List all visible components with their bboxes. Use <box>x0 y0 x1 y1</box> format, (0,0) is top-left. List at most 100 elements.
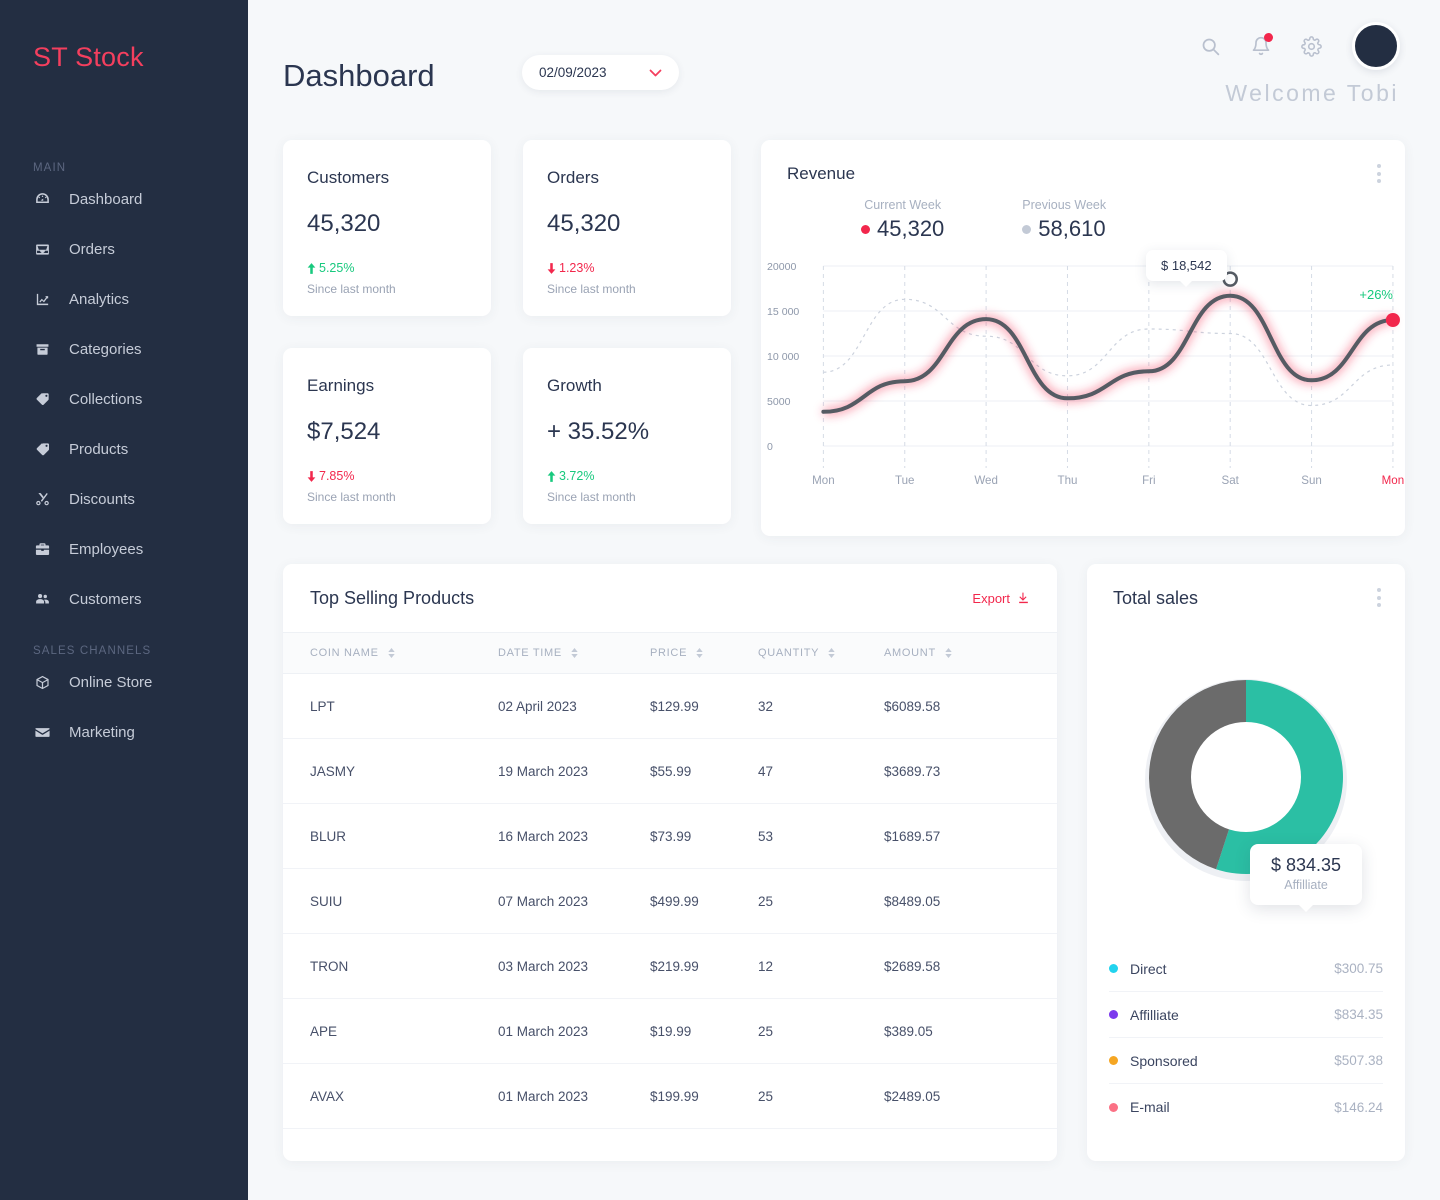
sidebar-item-discounts[interactable]: Discounts <box>0 474 248 524</box>
gear-icon[interactable] <box>1301 35 1322 57</box>
table-header-date-time[interactable]: DATE TIME <box>498 632 650 674</box>
arrow-up-icon <box>307 262 316 274</box>
revenue-previous-value: 58,610 <box>1038 216 1106 241</box>
sidebar-item-label: Categories <box>69 340 142 358</box>
sort-icon[interactable] <box>387 648 395 658</box>
stat-title: Orders <box>547 168 599 187</box>
sidebar-item-marketing[interactable]: Marketing <box>0 707 248 757</box>
revenue-current-value: 45,320 <box>877 216 945 241</box>
dashboard-icon <box>31 190 53 208</box>
sidebar-item-customers[interactable]: Customers <box>0 574 248 624</box>
svg-text:Thu: Thu <box>1058 475 1078 487</box>
date-picker-value: 02/09/2023 <box>539 65 607 80</box>
revenue-change-label: +26% <box>1359 287 1393 302</box>
svg-text:20000: 20000 <box>767 261 796 273</box>
table-header-amount[interactable]: AMOUNT <box>884 632 1057 674</box>
table-cell: $219.99 <box>650 933 758 999</box>
table-header-quantity[interactable]: QUANTITY <box>758 632 884 674</box>
table-cell: JASMY <box>283 738 498 804</box>
sidebar-item-label: Discounts <box>69 490 135 508</box>
total-sales-legend: Direct $300.75 Affilliate $834.35 Sponsored $… <box>1087 946 1405 1130</box>
products-table: COIN NAME DATE TIME PRICE QUANTITY AMOUNT LP… <box>283 632 1057 1129</box>
sidebar-item-label: Online Store <box>69 673 153 691</box>
avatar[interactable] <box>1352 22 1400 70</box>
svg-text:Sat: Sat <box>1222 475 1240 487</box>
revenue-legend-current: Current Week 45,320 <box>861 198 944 242</box>
sidebar-item-orders[interactable]: Orders <box>0 224 248 274</box>
table-row[interactable]: APE 01 March 2023 $19.99 25 $389.05 <box>283 998 1057 1064</box>
table-header-coin-name[interactable]: COIN NAME <box>283 632 498 674</box>
revenue-chart-svg: 20000 15 000 10 000 5000 0 Mon Tue Wed Thu Fri Sa… <box>767 261 1404 487</box>
legend-item-affilliate[interactable]: Affilliate $834.35 <box>1109 992 1383 1038</box>
sidebar-item-online-store[interactable]: Online Store <box>0 657 248 707</box>
bell-icon[interactable] <box>1251 33 1273 57</box>
header-label: DATE TIME <box>498 647 562 659</box>
legend-item-direct[interactable]: Direct $300.75 <box>1109 946 1383 992</box>
stat-delta-value: 3.72% <box>559 469 595 483</box>
table-cell: $389.05 <box>884 998 1057 1064</box>
revenue-kebab-menu-icon[interactable] <box>1377 164 1381 183</box>
table-header-price[interactable]: PRICE <box>650 632 758 674</box>
export-button[interactable]: Export <box>972 591 1030 606</box>
archive-icon <box>31 340 53 358</box>
revenue-title: Revenue <box>787 164 856 183</box>
arrow-up-icon <box>547 470 556 482</box>
sort-icon[interactable] <box>571 648 578 658</box>
donut-tooltip-value: $ 834.35 <box>1271 855 1342 875</box>
table-cell: SUIU <box>283 868 498 934</box>
sidebar-item-dashboard[interactable]: Dashboard <box>0 174 248 224</box>
sort-icon[interactable] <box>828 648 835 658</box>
svg-text:Sun: Sun <box>1301 475 1322 487</box>
stat-delta-value: 1.23% <box>559 261 595 275</box>
table-title: Top Selling Products <box>310 587 475 608</box>
sidebar-item-collections[interactable]: Collections <box>0 374 248 424</box>
svg-text:Tue: Tue <box>895 475 914 487</box>
svg-text:Fri: Fri <box>1142 475 1155 487</box>
stat-title: Growth <box>547 376 602 395</box>
table-header-row: COIN NAME DATE TIME PRICE QUANTITY AMOUNT <box>283 632 1057 674</box>
total-sales-kebab-menu-icon[interactable] <box>1377 588 1381 607</box>
sidebar-list-sales: Online Store Marketing <box>0 657 248 757</box>
current-week-dot <box>861 224 870 234</box>
table-row[interactable]: JASMY 19 March 2023 $55.99 47 $3689.73 <box>283 738 1057 804</box>
stat-subtitle: Since last month <box>547 282 636 296</box>
legend-value: $834.35 <box>1334 1007 1383 1022</box>
total-sales-title: Total sales <box>1113 587 1199 608</box>
donut-tooltip-label: Affilliate <box>1284 878 1328 892</box>
stat-card-grid: Customers 45,320 5.25% Since last month Orde… <box>283 140 731 524</box>
notification-badge <box>1264 33 1273 42</box>
search-icon[interactable] <box>1200 36 1221 57</box>
table-cell: 03 March 2023 <box>498 933 650 999</box>
revenue-line-chart[interactable]: 20000 15 000 10 000 5000 0 Mon Tue Wed Thu Fri Sa… <box>761 248 1405 493</box>
sidebar-item-categories[interactable]: Categories <box>0 324 248 374</box>
legend-item-sponsored[interactable]: Sponsored $507.38 <box>1109 1038 1383 1084</box>
legend-label: E-mail <box>1130 1099 1170 1115</box>
table-row[interactable]: TRON 03 March 2023 $219.99 12 $2689.58 <box>283 933 1057 999</box>
top-selling-products-card: Top Selling Products Export COIN NAME DAT… <box>283 564 1057 1161</box>
sort-icon[interactable] <box>945 648 952 658</box>
date-picker[interactable]: 02/09/2023 <box>522 55 679 90</box>
sidebar-item-employees[interactable]: Employees <box>0 524 248 574</box>
users-icon <box>31 590 53 608</box>
table-row[interactable]: SUIU 07 March 2023 $499.99 25 $8489.05 <box>283 868 1057 934</box>
total-sales-donut-chart[interactable]: $ 834.35 Affilliate <box>1087 632 1405 922</box>
sort-icon[interactable] <box>696 648 703 658</box>
sidebar-item-products[interactable]: Products <box>0 424 248 474</box>
svg-text:0: 0 <box>767 441 773 453</box>
legend-item-e-mail[interactable]: E-mail $146.24 <box>1109 1084 1383 1130</box>
details-row: Top Selling Products Export COIN NAME DAT… <box>283 564 1405 1161</box>
total-sales-card: Total sales $ 834.35 Affilliate Direct $3… <box>1087 564 1405 1161</box>
sidebar-item-label: Collections <box>69 390 143 408</box>
table-cell: $199.99 <box>650 1063 758 1129</box>
table-cell: $3689.73 <box>884 738 1057 804</box>
stat-delta: 5.25% <box>307 261 467 275</box>
table-cell: $55.99 <box>650 738 758 804</box>
table-row[interactable]: LPT 02 April 2023 $129.99 32 $6089.58 <box>283 673 1057 739</box>
table-row[interactable]: BLUR 16 March 2023 $73.99 53 $1689.57 <box>283 803 1057 869</box>
sidebar-section-main: MAIN <box>33 162 67 174</box>
brand-logo[interactable]: ST Stock <box>33 42 144 73</box>
svg-text:15 000: 15 000 <box>767 306 799 318</box>
sidebar-item-analytics[interactable]: Analytics <box>0 274 248 324</box>
table-row[interactable]: AVAX 01 March 2023 $199.99 25 $2489.05 <box>283 1063 1057 1129</box>
table-cell: AVAX <box>283 1063 498 1129</box>
